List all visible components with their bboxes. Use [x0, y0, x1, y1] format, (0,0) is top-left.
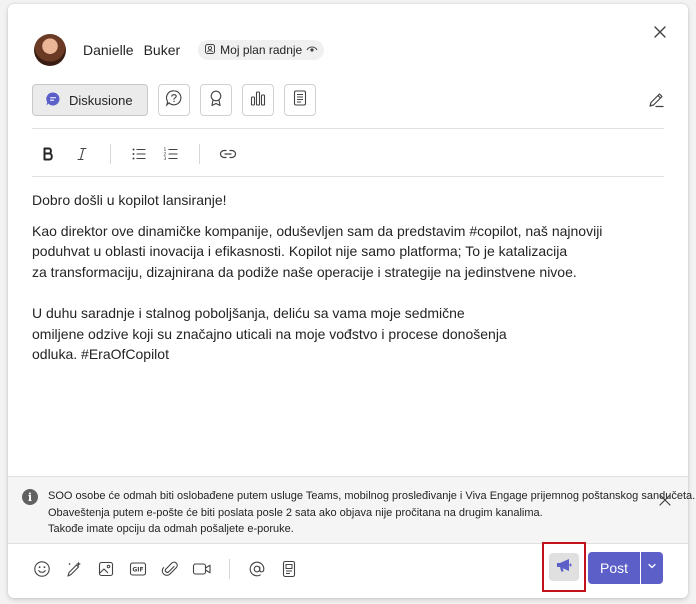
tab-question[interactable]: [157, 84, 190, 116]
community-icon: [204, 43, 216, 58]
attach-icon[interactable]: [160, 559, 180, 579]
post-paragraph-1: Kao direktor ove dinamičke kompanije, od…: [32, 222, 603, 280]
author-first-name: Danielle: [83, 42, 134, 58]
notification-line-2: Obaveštenja putem e-pošte će biti poslat…: [48, 506, 543, 519]
tab-poll[interactable]: [241, 84, 274, 116]
toolbar-separator: [229, 559, 230, 579]
audience-selector[interactable]: Moj plan radnje: [198, 40, 325, 60]
post-greeting: Dobro došli u kopilot lansiranje!: [32, 192, 227, 208]
composer-header: Danielle Buker Moj plan radnje: [34, 32, 325, 68]
announcement-highlight: [542, 542, 586, 592]
chevron-down-icon: [646, 559, 658, 577]
formatting-toolbar: 123: [36, 142, 240, 166]
link-icon[interactable]: [216, 142, 240, 166]
post-body[interactable]: Dobro došli u kopilot lansiranje! Kao di…: [32, 190, 662, 365]
praise-icon: [207, 89, 225, 112]
avatar[interactable]: [34, 34, 66, 66]
gif-icon[interactable]: GIF: [128, 559, 148, 579]
eye-icon: [306, 43, 318, 57]
image-icon[interactable]: [96, 559, 116, 579]
tab-discussion[interactable]: Diskusione: [32, 84, 148, 116]
post-button[interactable]: Post: [588, 552, 640, 584]
divider: [32, 176, 664, 177]
notification-text: SOO osobe će odmah biti oslobađene putem…: [48, 488, 696, 538]
bullet-list-icon[interactable]: [127, 142, 151, 166]
sparkle-pen-icon[interactable]: [64, 559, 84, 579]
toolbar-separator: [110, 144, 111, 164]
poll-icon: [249, 89, 267, 112]
post-options-button[interactable]: [641, 552, 663, 584]
audience-label: Moj plan radnje: [220, 43, 303, 57]
discussion-icon: [45, 91, 61, 110]
notification-banner: i SOO osobe će odmah biti oslobađene put…: [8, 476, 696, 544]
emoji-icon[interactable]: [32, 559, 52, 579]
notification-line-1: SOO osobe će odmah biti oslobađene putem…: [48, 490, 696, 502]
bold-icon[interactable]: [36, 142, 60, 166]
notification-line-3: Takođe imate opciju da odmah pošaljete e…: [48, 523, 294, 535]
question-icon: [165, 89, 183, 112]
form-icon[interactable]: [279, 559, 299, 579]
composer-footer-toolbar: GIF: [32, 556, 299, 582]
close-icon[interactable]: [650, 22, 670, 42]
post-type-bar: Diskusione: [32, 84, 316, 116]
svg-text:GIF: GIF: [132, 567, 143, 574]
pen-sparkle-icon[interactable]: [646, 90, 666, 115]
tab-praise[interactable]: [199, 84, 232, 116]
mention-icon[interactable]: [247, 559, 267, 579]
author-last-name: Buker: [143, 42, 181, 58]
close-icon[interactable]: [658, 493, 672, 507]
author-name: Danielle Buker: [83, 42, 180, 58]
italic-icon[interactable]: [70, 142, 94, 166]
tab-article[interactable]: [283, 84, 316, 116]
announcement-button[interactable]: [549, 553, 579, 581]
toolbar-separator: [199, 144, 200, 164]
article-icon: [291, 89, 309, 112]
post-paragraph-2: U duhu saradnje i stalnog poboljšanja, d…: [32, 305, 507, 362]
info-icon: i: [22, 489, 38, 505]
megaphone-icon: [555, 557, 573, 578]
numbered-list-icon[interactable]: 123: [159, 142, 183, 166]
divider: [32, 128, 664, 129]
video-icon[interactable]: [192, 559, 212, 579]
tab-discussion-label: Diskusione: [69, 92, 133, 108]
svg-text:3: 3: [164, 156, 167, 162]
compose-dialog: Danielle Buker Moj plan radnje Diskusion…: [8, 4, 696, 598]
